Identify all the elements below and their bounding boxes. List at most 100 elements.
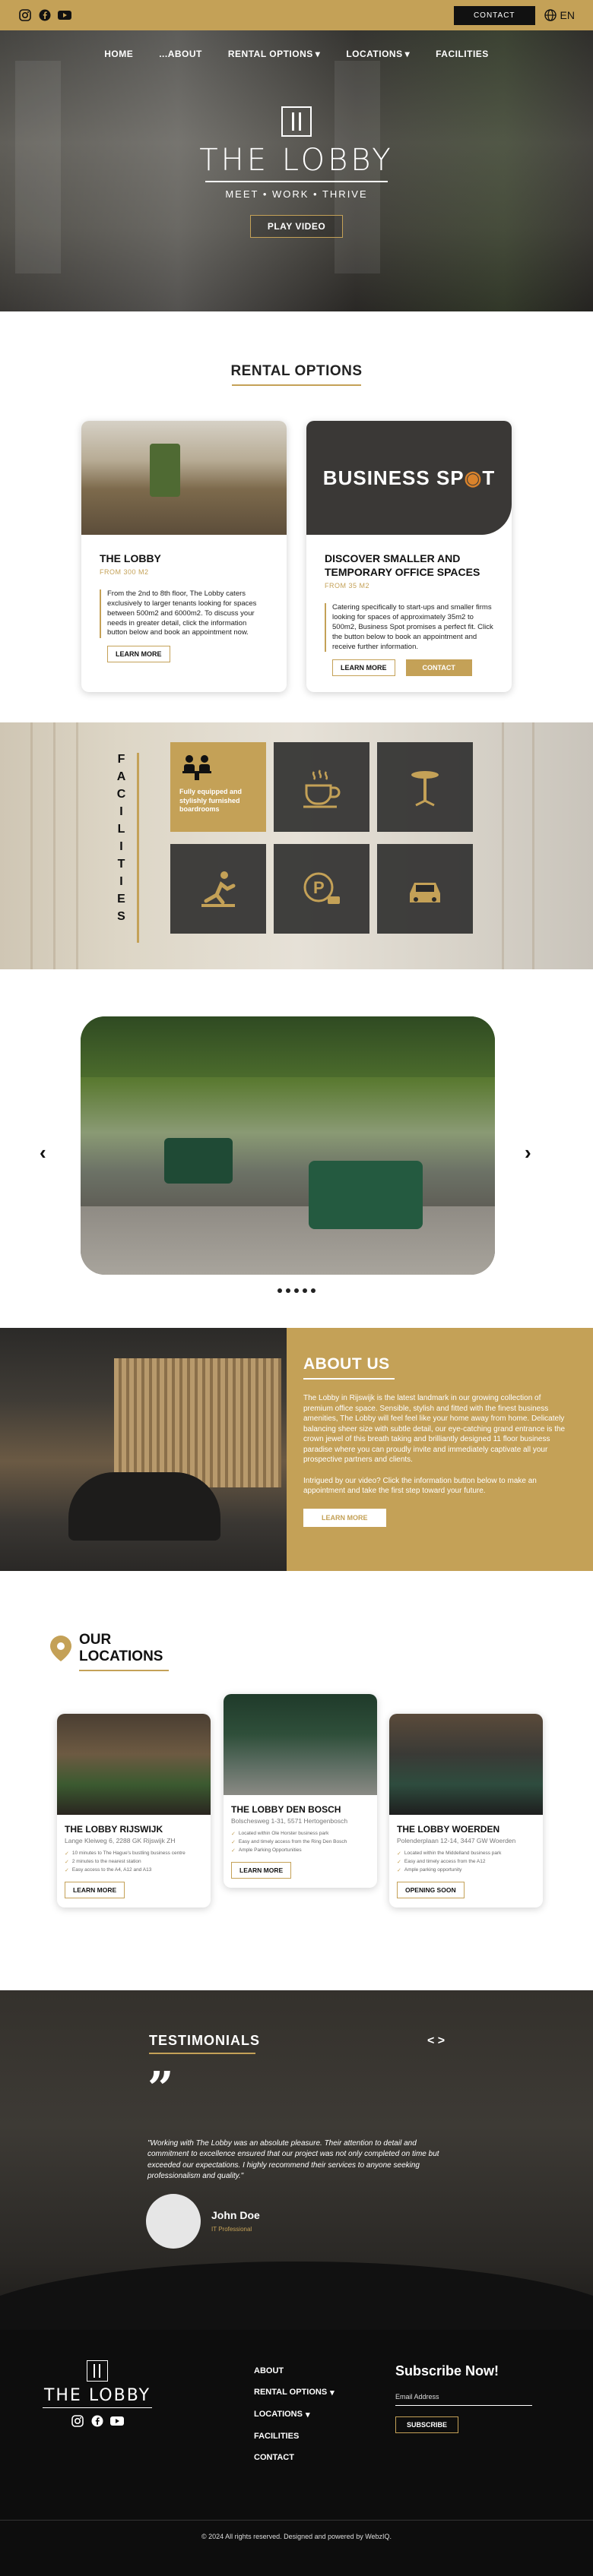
nav-item-rental-options[interactable]: RENTAL OPTIONS ▾: [228, 49, 320, 59]
testimonial-role: IT Professional: [211, 2225, 252, 2233]
nav-item-locations[interactable]: LOCATIONS ▾: [346, 49, 410, 59]
language-switcher[interactable]: EN: [544, 9, 575, 21]
facebook-icon[interactable]: [90, 2414, 104, 2428]
location-pin-icon: ◉: [464, 466, 483, 489]
decor-stripe: [53, 722, 55, 969]
facility-caption: Fully equipped and stylishly furnished b…: [179, 788, 243, 814]
carousel-prev-button[interactable]: ‹: [40, 1141, 46, 1165]
locations-underline: [79, 1669, 169, 1671]
feature-item: 10 minutes to The Hague's bustling busin…: [65, 1851, 203, 1857]
nav-item-home[interactable]: HOME: [104, 49, 133, 59]
feature-item: Easy and timely access from the A12: [397, 1859, 535, 1865]
contact-button[interactable]: CONTACT: [405, 659, 472, 677]
hero-title: THE LOBBY: [199, 143, 394, 178]
car-icon: [410, 883, 440, 902]
table-icon: [411, 771, 439, 807]
feature-item: Ample parking opportunity: [397, 1867, 535, 1873]
feature-list: Located within the Middelland business p…: [397, 1851, 535, 1873]
carousel-dot[interactable]: [303, 1288, 307, 1293]
hero-content: THE LOBBY MEET • WORK • THRIVE PLAY VIDE…: [0, 106, 593, 238]
link-label: ABOUT: [254, 2366, 284, 2375]
learn-more-button[interactable]: LEARN MORE: [303, 1508, 386, 1527]
nav-label: HOME: [104, 49, 134, 59]
learn-more-button[interactable]: LEARN MORE: [65, 1881, 125, 1898]
title-line: LOCATIONS: [79, 1648, 163, 1664]
locations-heading: OUR LOCATIONS: [50, 1632, 593, 1665]
instagram-icon[interactable]: [71, 2414, 84, 2428]
footer-link-contact[interactable]: CONTACT: [254, 2453, 335, 2462]
reception-photo: [0, 1328, 287, 1571]
avatar: [146, 2193, 201, 2249]
hero-section: HOME ...ABOUT RENTAL OPTIONS ▾ LOCATIONS ▾…: [0, 30, 593, 311]
learn-more-button[interactable]: LEARN MORE: [107, 646, 170, 663]
carousel-next-button[interactable]: ›: [525, 1141, 531, 1165]
facility-tile-car[interactable]: [377, 844, 473, 934]
link-label: LOCATIONS: [254, 2410, 303, 2420]
subscribe-button[interactable]: SUBSCRIBE: [395, 2416, 459, 2433]
play-video-button[interactable]: PLAY VIDEO: [249, 215, 344, 238]
opening-soon-button[interactable]: OPENING SOON: [397, 1881, 465, 1898]
contact-button[interactable]: CONTACT: [453, 5, 535, 25]
footer-logo-text: THE LOBBY: [43, 2385, 151, 2405]
location-photo: [224, 1693, 377, 1795]
footer-social: [43, 2414, 152, 2428]
chevron-down-icon: ▾: [315, 49, 321, 59]
card-body: THE LOBBY RIJSWIJK Lange Kleiweg 6, 2288…: [57, 1815, 211, 1908]
feature-item: Ample Parking Opportunities: [231, 1847, 369, 1854]
green-ceiling: [81, 1016, 495, 1077]
hero-tagline: MEET • WORK • THRIVE: [225, 188, 368, 200]
carousel-dot[interactable]: [294, 1288, 299, 1293]
footer: THE LOBBY ABOUT RENTAL OPTIONS ▾ LOCATION…: [0, 2329, 593, 2520]
learn-more-button[interactable]: LEARN MORE: [231, 1861, 292, 1879]
section-underline: [232, 384, 361, 386]
social-links: [18, 8, 71, 22]
floor: [81, 1206, 495, 1275]
card-title: DISCOVER SMALLER AND TEMPORARY OFFICE SP…: [325, 552, 480, 579]
location-card-den-bosch: THE LOBBY DEN BOSCH Bolschesweg 1-31, 55…: [224, 1693, 377, 1888]
feature-item: Located within Ole Horster business park: [231, 1831, 369, 1837]
feature-item: Located within the Middelland business p…: [397, 1851, 535, 1857]
rental-card-business-spot: BUSINESS SP ◉ T DISCOVER SMALLER AND TEMPO…: [306, 421, 512, 692]
instagram-icon[interactable]: [18, 8, 32, 22]
title-line: OUR: [79, 1632, 112, 1648]
facility-tile-parking[interactable]: P: [274, 844, 369, 934]
facility-tile-gym[interactable]: [170, 844, 266, 934]
card-address: Polenderplaan 12-14, 3447 GW Woerden: [397, 1836, 516, 1844]
card-body: THE LOBBY FROM 300 M2 From the 2nd to 8t…: [81, 535, 287, 663]
footer-link-locations[interactable]: LOCATIONS ▾: [254, 2410, 335, 2420]
learn-more-button[interactable]: LEARN MORE: [332, 659, 395, 677]
card-size: FROM 35 M2: [325, 582, 370, 590]
email-field[interactable]: Email Address: [395, 2393, 532, 2406]
footer-logo[interactable]: THE LOBBY: [43, 2359, 152, 2428]
parking-icon: P: [303, 872, 340, 904]
facility-tile-coffee[interactable]: [274, 742, 369, 832]
location-cards: THE LOBBY RIJSWIJK Lange Kleiweg 6, 2288…: [0, 1693, 593, 1945]
gym-icon: [201, 871, 236, 907]
footer-link-rental-options[interactable]: RENTAL OPTIONS ▾: [254, 2388, 335, 2397]
facility-tile-boardrooms[interactable]: Fully equipped and stylishly furnished b…: [170, 742, 266, 832]
nav-item-facilities[interactable]: FACILITIES: [436, 49, 489, 59]
carousel-dot[interactable]: [277, 1288, 282, 1293]
youtube-icon[interactable]: [110, 2414, 124, 2428]
meeting-icon: [182, 755, 211, 780]
footer-link-about[interactable]: ABOUT: [254, 2366, 335, 2375]
footer-link-facilities[interactable]: FACILITIES: [254, 2432, 335, 2441]
carousel-dot[interactable]: [311, 1288, 316, 1293]
testimonial-nav-arrows[interactable]: < >: [427, 2034, 445, 2048]
youtube-icon[interactable]: [58, 8, 71, 22]
carousel-dot[interactable]: [286, 1288, 290, 1293]
testimonial-quote: "Working with The Lobby was an absolute …: [147, 2138, 439, 2181]
chevron-down-icon: ▾: [404, 49, 411, 59]
testimonial-name: John Doe: [211, 2208, 260, 2221]
decor-stripe: [76, 722, 78, 969]
locations-section: OUR LOCATIONS THE LOBBY RIJSWIJK Lange K…: [0, 1571, 593, 1990]
decor-stripe: [502, 722, 504, 969]
nav-item-about[interactable]: ...ABOUT: [159, 49, 202, 59]
language-label: EN: [560, 9, 575, 21]
rental-options-section: RENTAL OPTIONS THE LOBBY FROM 300 M2 Fro…: [0, 311, 593, 722]
facebook-icon[interactable]: [38, 8, 52, 22]
facility-tile-table[interactable]: [377, 742, 473, 832]
hero-divider: [205, 181, 388, 182]
rental-cards: THE LOBBY FROM 300 M2 From the 2nd to 8t…: [0, 421, 593, 692]
banner-text: T: [482, 466, 496, 489]
